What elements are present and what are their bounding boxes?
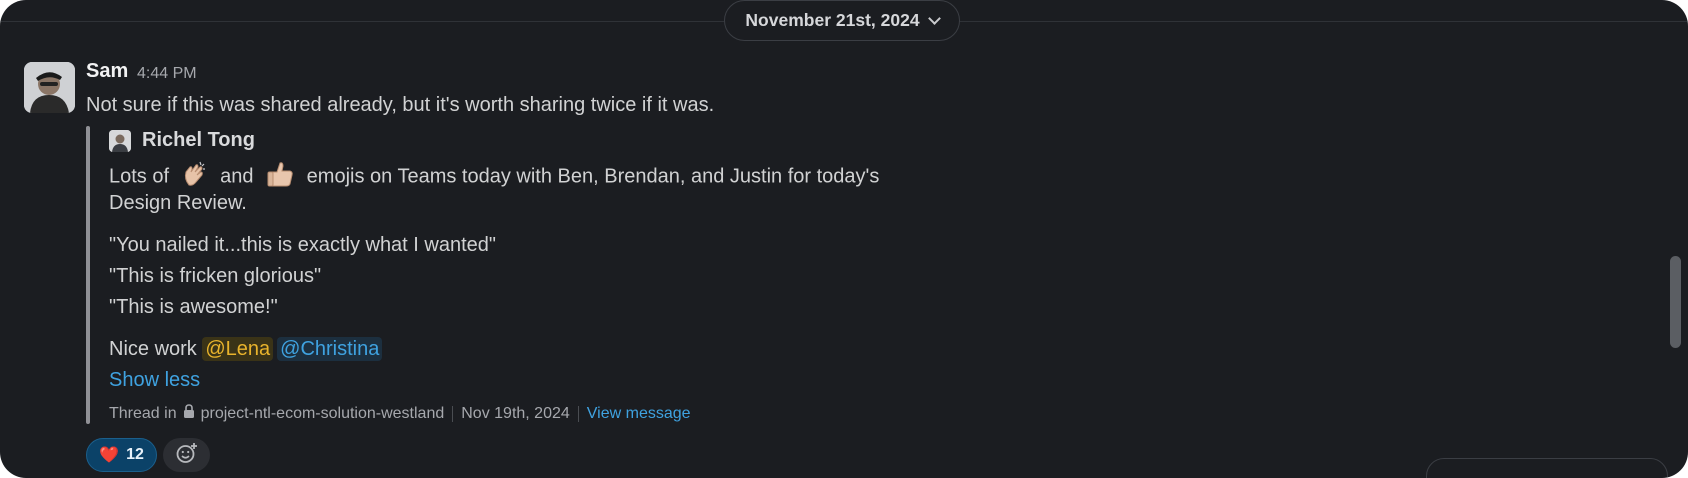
quote-line: "This is fricken glorious" [109, 265, 322, 287]
shared-text-line: Nice work @Lena @Christina [109, 337, 383, 361]
thread-in-label: Thread in [109, 404, 177, 422]
shared-text-line: Design Review. [109, 192, 247, 214]
message-timestamp[interactable]: 4:44 PM [137, 65, 197, 83]
shared-message-bar [86, 126, 90, 424]
message-author[interactable]: Sam [86, 60, 128, 83]
heart-icon: ❤️ [99, 447, 120, 464]
view-message-link[interactable]: View message [587, 405, 691, 423]
shared-author-avatar[interactable] [109, 130, 131, 152]
mention-lena[interactable]: @Lena [202, 337, 274, 361]
shared-text-part: and [220, 165, 254, 188]
shared-author-name[interactable]: Richel Tong [142, 129, 255, 152]
date-divider-label: November 21st, 2024 [745, 10, 920, 30]
show-less-link[interactable]: Show less [109, 369, 200, 392]
clapping-hands-icon [180, 159, 210, 195]
thread-channel-link[interactable]: project-ntl-ecom-solution-westland [201, 405, 445, 423]
add-reaction-icon [175, 441, 199, 470]
shared-text-line: Lots of and emojis on Teams today with B… [109, 158, 879, 196]
quote-line: "This is awesome!" [109, 296, 278, 318]
shared-text-part: emojis on Teams today with Ben, Brendan,… [306, 165, 880, 188]
shared-text-part: Lots of [109, 165, 170, 188]
scrollbar-thumb[interactable] [1670, 256, 1681, 348]
mention-christina[interactable]: @Christina [277, 337, 383, 361]
lock-icon [183, 404, 195, 423]
date-divider-button[interactable]: November 21st, 2024 [724, 0, 960, 41]
thread-date[interactable]: Nov 19th, 2024 [461, 405, 570, 423]
chevron-down-icon [927, 12, 941, 25]
avatar[interactable] [24, 62, 75, 113]
composer-edge [1426, 458, 1668, 478]
message-pane: November 21st, 2024 Sam 4:44 PM Not sure… [0, 0, 1688, 478]
add-reaction-button[interactable] [163, 438, 210, 472]
divider [452, 405, 454, 422]
reaction-heart[interactable]: ❤️ 12 [86, 438, 157, 472]
divider [577, 405, 579, 422]
quote-line: "You nailed it...this is exactly what I … [109, 234, 497, 256]
thumbs-up-icon [264, 158, 296, 196]
thread-meta: Thread in project-ntl-ecom-solution-west… [109, 404, 691, 423]
nice-work-text: Nice work [109, 338, 197, 360]
reaction-count: 12 [126, 446, 144, 463]
message-text: Not sure if this was shared already, but… [86, 94, 715, 116]
